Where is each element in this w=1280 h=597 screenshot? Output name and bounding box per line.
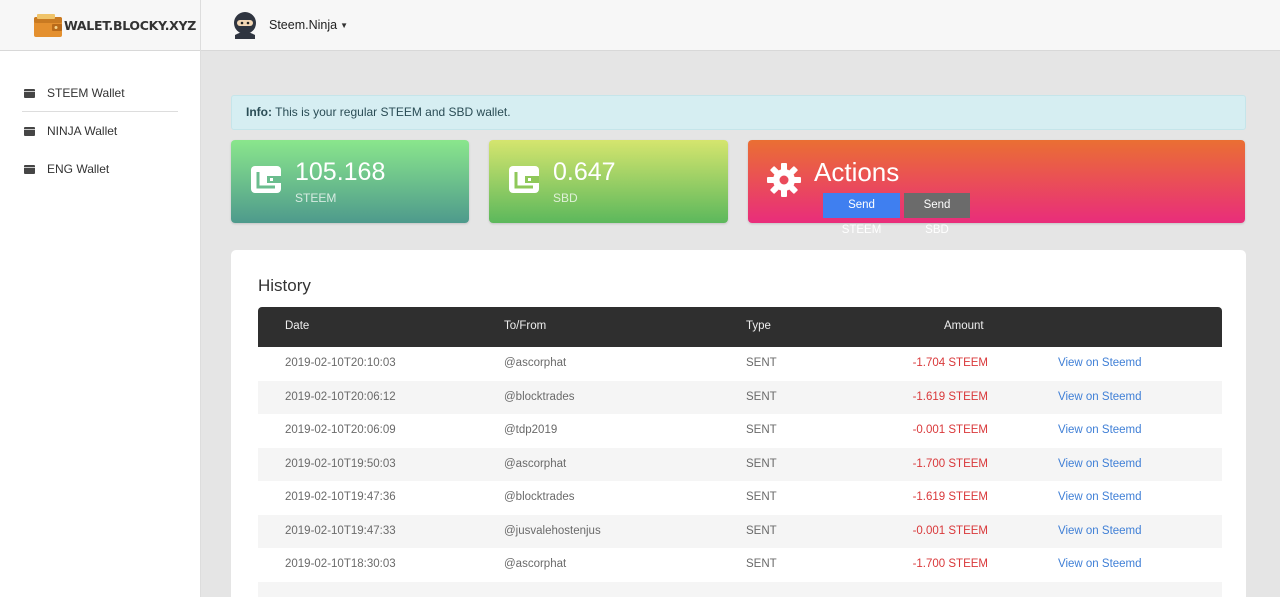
user-menu[interactable]: Steem.Ninja ▼: [232, 11, 348, 39]
sbd-balance-card: 0.647 SBD: [489, 140, 728, 223]
sidebar-item-label: NINJA Wallet: [47, 124, 118, 138]
view-on-steemd-link[interactable]: View on Steemd: [1058, 458, 1142, 470]
column-header-date: Date: [285, 320, 310, 332]
row-counterparty: @ascorphat: [504, 558, 567, 570]
actions-title: Actions: [814, 157, 900, 187]
table-header: Date To/From Type Amount: [258, 307, 1222, 347]
column-header-amount: Amount: [944, 320, 984, 332]
info-text: This is your regular STEEM and SBD walle…: [275, 105, 511, 119]
gear-icon: [767, 163, 801, 197]
row-counterparty: @ascorphat: [504, 357, 567, 369]
sidebar-item-label: ENG Wallet: [47, 162, 110, 176]
view-on-steemd-link[interactable]: View on Steemd: [1058, 357, 1142, 369]
wallet-icon: [24, 88, 35, 98]
history-title: History: [258, 276, 311, 295]
send-sbd-button[interactable]: Send SBD: [904, 193, 970, 236]
table-row: 2019-02-10T20:10:03 @ascorphat SENT -1.7…: [258, 347, 1222, 381]
row-amount: -1.619 STEEM: [912, 390, 988, 403]
info-prefix: Info:: [246, 105, 272, 119]
table-row: 2019-02-10T19:47:33 @jusvalehostenjus SE…: [258, 514, 1222, 548]
row-date: 2019-02-10T19:47:33: [285, 524, 396, 537]
wallet-icon: [251, 166, 281, 193]
info-alert: Info: This is your regular STEEM and SBD…: [231, 95, 1246, 130]
table-row-partial: [258, 581, 1222, 597]
view-on-steemd-link[interactable]: View on Steemd: [1058, 525, 1142, 537]
wallet-icon: [24, 164, 35, 174]
row-type: SENT: [746, 390, 777, 403]
sidebar-item-ninja-wallet[interactable]: NINJA Wallet: [24, 124, 117, 138]
row-type: SENT: [746, 424, 777, 436]
row-amount: -1.700 STEEM: [912, 457, 988, 470]
row-counterparty: @blocktrades: [504, 491, 575, 503]
view-on-steemd-link[interactable]: View on Steemd: [1058, 391, 1142, 403]
wallet-icon: [509, 166, 539, 193]
sidebar-divider: [22, 111, 178, 112]
brand-name: WALET.BLOCKY.XYZ: [64, 18, 196, 33]
row-counterparty: @jusvalehostenjus: [504, 524, 601, 537]
column-header-type: Type: [746, 320, 771, 332]
steem-balance-label: STEEM: [295, 191, 337, 205]
history-panel: History Date To/From Type Amount 2019-02…: [231, 250, 1246, 597]
sidebar-item-steem-wallet[interactable]: STEEM Wallet: [24, 86, 125, 100]
row-amount: -0.001 STEEM: [912, 424, 988, 436]
row-type: SENT: [746, 524, 777, 537]
row-amount: -1.704 STEEM: [912, 357, 988, 369]
table-row: 2019-02-10T18:30:03 @ascorphat SENT -1.7…: [258, 548, 1222, 582]
view-on-steemd-link[interactable]: View on Steemd: [1058, 558, 1142, 570]
row-amount: -0.001 STEEM: [912, 524, 988, 537]
send-steem-button[interactable]: Send STEEM: [823, 193, 900, 236]
wallet-logo-icon: [34, 13, 62, 37]
table-row: 2019-02-10T19:50:03 @ascorphat SENT -1.7…: [258, 447, 1222, 481]
row-date: 2019-02-10T19:47:36: [285, 491, 396, 503]
row-type: SENT: [746, 491, 777, 503]
user-name: Steem.Ninja: [269, 18, 338, 32]
table-row: 2019-02-10T20:06:09 @tdp2019 SENT -0.001…: [258, 414, 1222, 448]
row-amount: -1.700 STEEM: [912, 558, 988, 570]
row-amount: -1.619 STEEM: [912, 491, 988, 503]
sidebar-item-eng-wallet[interactable]: ENG Wallet: [24, 162, 109, 176]
sidebar: STEEM Wallet NINJA Wallet ENG Wallet: [0, 51, 201, 597]
column-header-to-from: To/From: [504, 320, 547, 332]
chevron-down-icon: ▼: [340, 20, 349, 30]
actions-card: Actions Send STEEM Send SBD: [748, 140, 1245, 236]
row-type: SENT: [746, 558, 777, 570]
top-bar: WALET.BLOCKY.XYZ Steem.Ninja ▼: [0, 0, 1280, 51]
steem-balance-card: 105.168 STEEM: [231, 140, 469, 223]
view-on-steemd-link[interactable]: View on Steemd: [1058, 424, 1142, 436]
table-row: 2019-02-10T19:47:36 @blocktrades SENT -1…: [258, 481, 1222, 515]
sbd-balance-label: SBD: [553, 191, 578, 205]
row-counterparty: @ascorphat: [504, 457, 567, 470]
brand[interactable]: WALET.BLOCKY.XYZ: [0, 0, 201, 51]
row-type: SENT: [746, 357, 777, 369]
sbd-balance-value: 0.647: [553, 158, 616, 186]
row-date: 2019-02-10T20:06:12: [285, 390, 396, 403]
row-type: SENT: [746, 457, 777, 470]
wallet-icon: [24, 126, 35, 136]
sidebar-item-label: STEEM Wallet: [47, 86, 125, 100]
row-counterparty: @blocktrades: [504, 390, 575, 403]
view-on-steemd-link[interactable]: View on Steemd: [1058, 491, 1142, 503]
row-date: 2019-02-10T19:50:03: [285, 457, 396, 470]
row-date: 2019-02-10T20:10:03: [285, 357, 396, 369]
row-date: 2019-02-10T20:06:09: [285, 424, 396, 436]
table-row: 2019-02-10T20:06:12 @blocktrades SENT -1…: [258, 380, 1222, 414]
row-counterparty: @tdp2019: [504, 424, 558, 436]
row-date: 2019-02-10T18:30:03: [285, 558, 396, 570]
steem-balance-value: 105.168: [295, 158, 386, 186]
ninja-avatar-icon: [234, 12, 256, 39]
